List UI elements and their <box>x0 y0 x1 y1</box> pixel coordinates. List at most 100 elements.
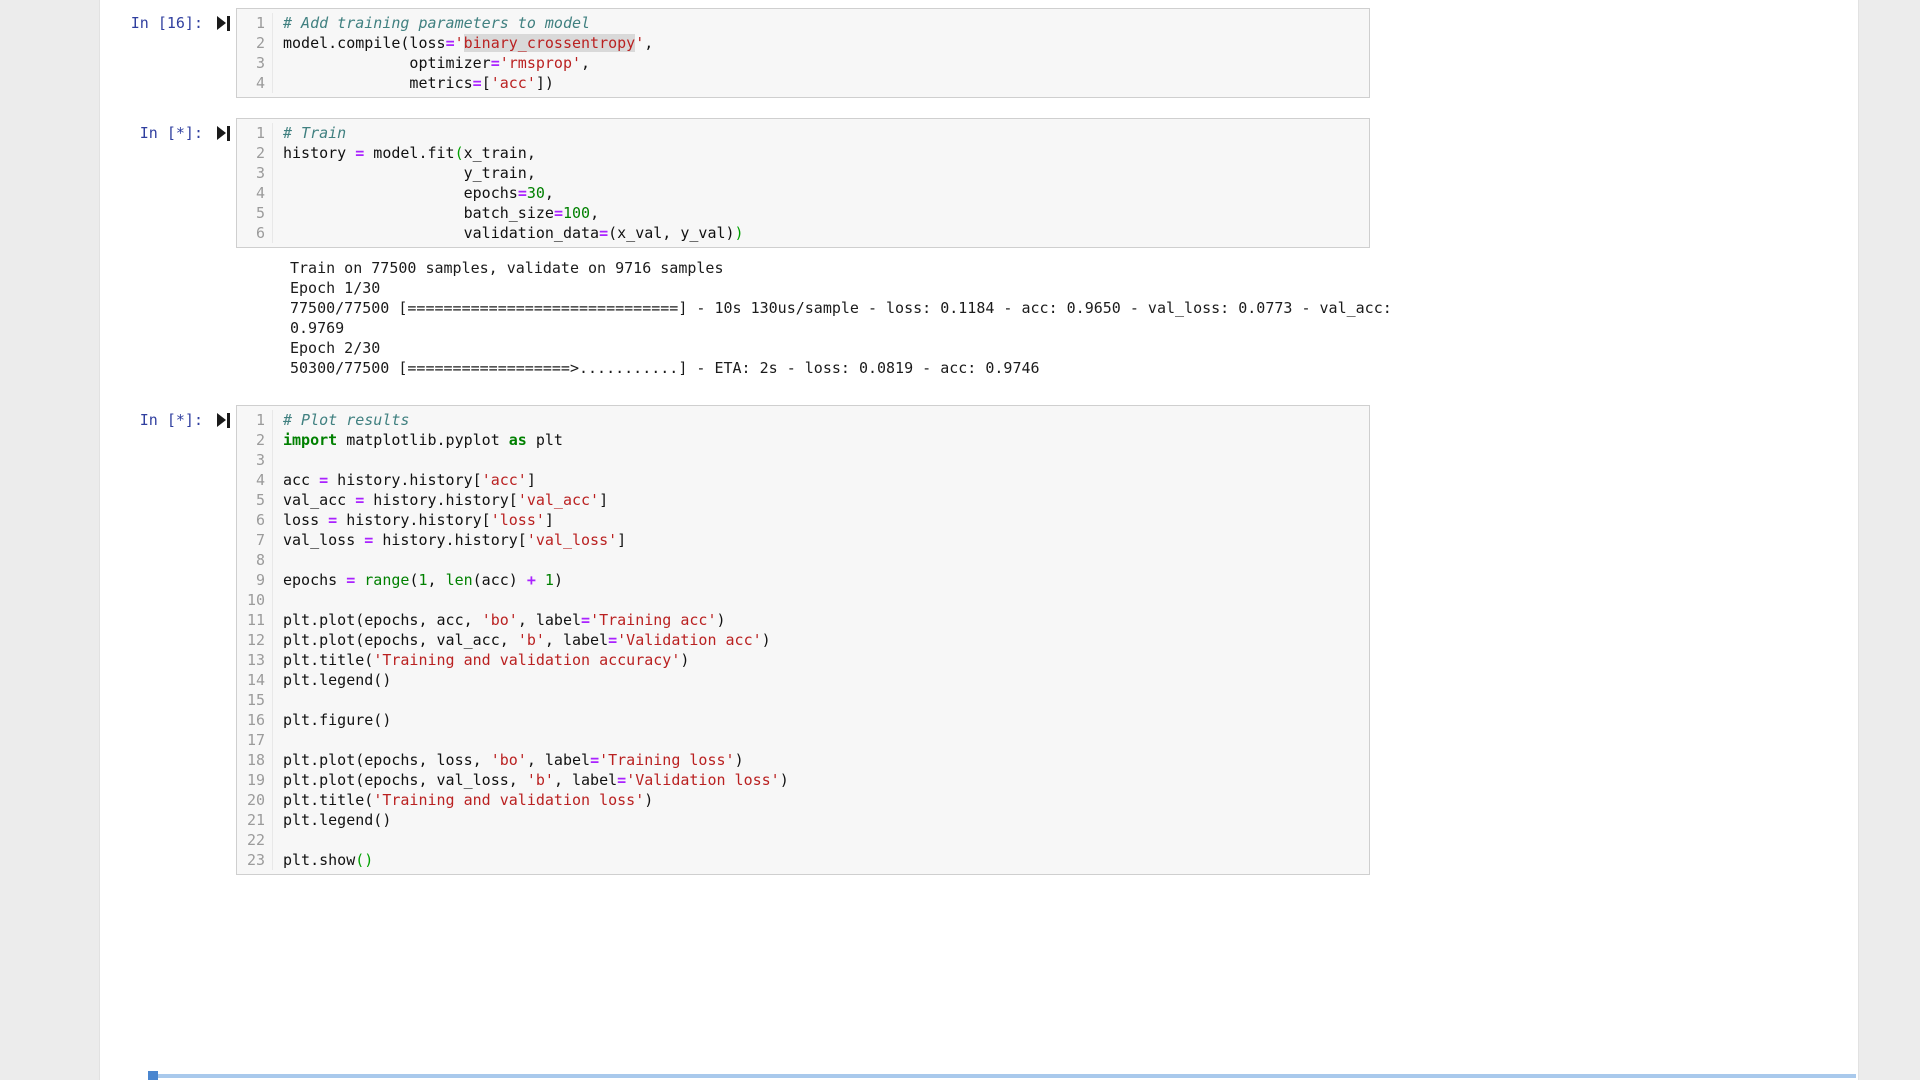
input-prompt: In [*]: <box>140 123 203 143</box>
jupyter-notebook-page: In [16]:1# Add training parameters to mo… <box>0 0 1920 1080</box>
code-token: plt.title( <box>283 651 373 669</box>
code-token: plt.legend() <box>283 811 391 829</box>
code-token: 'Training and validation accuracy' <box>373 651 680 669</box>
run-cell-icon[interactable] <box>217 13 230 33</box>
play-triangle-icon <box>217 16 226 30</box>
code-text: val_loss = history.history['val_loss'] <box>273 530 626 550</box>
code-token: , label <box>545 631 608 649</box>
code-token: plt.show <box>283 851 355 869</box>
line-number: 15 <box>237 690 273 710</box>
output-line: 77500/77500 [===========================… <box>290 298 1430 318</box>
code-token: , <box>545 184 554 202</box>
code-token: ] <box>545 511 554 529</box>
code-text: plt.title('Training and validation loss'… <box>273 790 653 810</box>
code-editor[interactable]: 1# Plot results2import matplotlib.pyplot… <box>236 405 1370 875</box>
code-text <box>273 730 283 750</box>
code-text: plt.plot(epochs, acc, 'bo', label='Train… <box>273 610 726 630</box>
code-token: [ <box>482 74 491 92</box>
code-token: = <box>364 531 373 549</box>
code-editor[interactable]: 1# Train2history = model.fit(x_train,3 y… <box>236 118 1370 248</box>
code-token: = <box>473 74 482 92</box>
code-token: plt.plot(epochs, val_loss, <box>283 771 527 789</box>
code-line: 16plt.figure() <box>237 710 1369 730</box>
code-token: = <box>608 631 617 649</box>
run-cell-icon[interactable] <box>217 123 230 143</box>
code-editor[interactable]: 1# Add training parameters to model2mode… <box>236 8 1370 98</box>
code-text: # Train <box>273 123 346 143</box>
code-token: = <box>554 204 563 222</box>
code-token: model.fit <box>364 144 454 162</box>
line-number: 4 <box>237 470 273 490</box>
run-cell-icon[interactable] <box>217 410 230 430</box>
code-text: plt.legend() <box>273 810 391 830</box>
code-line: 19plt.plot(epochs, val_loss, 'b', label=… <box>237 770 1369 790</box>
code-text: model.compile(loss='binary_crossentropy'… <box>273 33 653 53</box>
code-text: loss = history.history['loss'] <box>273 510 554 530</box>
code-token: , <box>590 204 599 222</box>
line-number: 4 <box>237 183 273 203</box>
code-token: 'acc' <box>491 74 536 92</box>
code-token: val_loss <box>283 531 364 549</box>
code-token: 'val_loss' <box>527 531 617 549</box>
code-token: 'loss' <box>491 511 545 529</box>
line-number: 8 <box>237 550 273 570</box>
selected-cell-top-border[interactable] <box>148 1071 1856 1080</box>
input-prompt: In [*]: <box>140 410 203 430</box>
code-token: ) <box>735 751 744 769</box>
line-number: 13 <box>237 650 273 670</box>
cell-output: Train on 77500 samples, validate on 9716… <box>290 258 1430 378</box>
code-token: 'b' <box>527 771 554 789</box>
output-line: Epoch 1/30 <box>290 278 1430 298</box>
code-cell[interactable]: In [*]:1# Train2history = model.fit(x_tr… <box>101 118 1857 248</box>
line-number: 6 <box>237 223 273 243</box>
notebook-cell: In [16]:1# Add training parameters to mo… <box>101 8 1857 98</box>
code-token: ' <box>455 34 464 52</box>
code-token: # Add training parameters to model <box>283 14 590 32</box>
code-token: 'Training loss' <box>599 751 734 769</box>
line-number: 11 <box>237 610 273 630</box>
code-token: = <box>355 491 364 509</box>
code-text <box>273 550 283 570</box>
code-token: # Train <box>283 124 346 142</box>
line-number: 19 <box>237 770 273 790</box>
code-cell[interactable]: In [16]:1# Add training parameters to mo… <box>101 8 1857 98</box>
code-line: 4 metrics=['acc']) <box>237 73 1369 93</box>
output-line: Train on 77500 samples, validate on 9716… <box>290 258 1430 278</box>
code-text: plt.plot(epochs, loss, 'bo', label='Trai… <box>273 750 744 770</box>
code-token: ) <box>735 224 744 242</box>
code-line: 4acc = history.history['acc'] <box>237 470 1369 490</box>
code-cell[interactable]: In [*]: 1# Plot results2import matplotlib… <box>101 405 1857 875</box>
code-token: ]) <box>536 74 554 92</box>
code-line: 21plt.legend() <box>237 810 1369 830</box>
code-line: 5val_acc = history.history['val_acc'] <box>237 490 1369 510</box>
play-triangle-icon <box>217 126 226 140</box>
code-token: = <box>346 571 355 589</box>
play-triangle-icon <box>217 413 226 427</box>
code-token: = <box>617 771 626 789</box>
code-token: + <box>527 571 536 589</box>
code-token: = <box>590 751 599 769</box>
line-number: 4 <box>237 73 273 93</box>
code-text: # Plot results <box>273 410 409 430</box>
code-token: = <box>581 611 590 629</box>
code-token: ] <box>617 531 626 549</box>
code-token: 'val_acc' <box>518 491 599 509</box>
code-token: loss <box>283 511 328 529</box>
code-token: plt.figure() <box>283 711 391 729</box>
line-number: 3 <box>237 163 273 183</box>
code-token: ) <box>364 851 373 869</box>
code-line: 2import matplotlib.pyplot as plt <box>237 430 1369 450</box>
code-token: , <box>428 571 446 589</box>
play-bar-icon <box>227 16 230 31</box>
code-token: ] <box>599 491 608 509</box>
code-token: = <box>599 224 608 242</box>
code-token: = <box>446 34 455 52</box>
code-line: 3 y_train, <box>237 163 1369 183</box>
code-token: metrics <box>283 74 473 92</box>
line-number: 2 <box>237 143 273 163</box>
code-line: 12plt.plot(epochs, val_acc, 'b', label='… <box>237 630 1369 650</box>
code-token: history.history[ <box>328 471 482 489</box>
code-text: plt.title('Training and validation accur… <box>273 650 689 670</box>
code-token: plt.legend() <box>283 671 391 689</box>
line-number: 1 <box>237 410 273 430</box>
